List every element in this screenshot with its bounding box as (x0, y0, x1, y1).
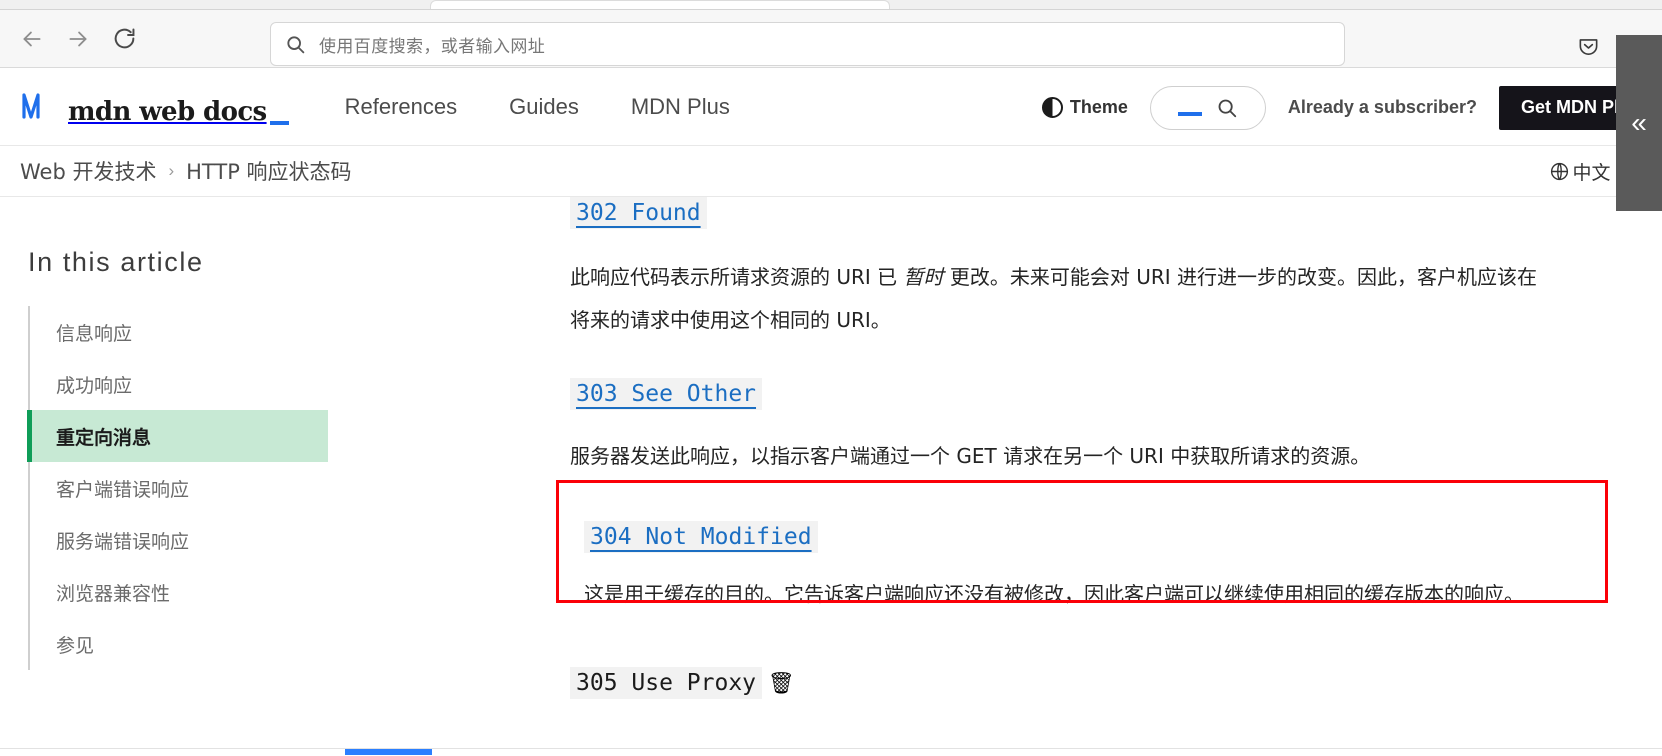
paragraph-302-prefix: 此响应代码表示所请求资源的 URI 已 (570, 265, 904, 289)
theme-label: Theme (1069, 97, 1128, 117)
article-body: 302 Found 此响应代码表示所请求资源的 URI 已 暂时 更改。未来可能… (556, 197, 1662, 699)
toc-list: 信息响应 成功响应 重定向消息 客户端错误响应 服务端错误响应 浏览器兼容性 参… (27, 306, 328, 670)
page-content: In this article 信息响应 成功响应 重定向消息 客户端错误响应 … (0, 197, 1662, 756)
highlight-box-304 (556, 480, 1608, 603)
breadcrumb-item-http-status[interactable]: HTTP 响应状态码 (186, 156, 351, 186)
reload-button[interactable] (102, 17, 146, 61)
breadcrumb: Web 开发技术 › HTTP 响应状态码 (20, 156, 352, 186)
paragraph-303: 服务器发送此响应，以指示客户端通过一个 GET 请求在另一个 URI 中获取所请… (570, 444, 1371, 468)
mdn-site-header: mdn web docs References Guides MDN Plus … (0, 69, 1662, 146)
toc-title: In this article (28, 247, 204, 277)
pocket-button[interactable] (1568, 29, 1608, 69)
address-bar-placeholder: 使用百度搜索，或者输入网址 (319, 36, 546, 57)
mdn-header-right: Theme Already a subscriber? Get MDN Plus (1041, 69, 1662, 146)
scrollbar-thumb[interactable] (345, 749, 432, 755)
breadcrumb-bar: Web 开发技术 › HTTP 响应状态码 中文 (简体 (0, 146, 1662, 197)
nav-mdn-plus[interactable]: MDN Plus (631, 94, 730, 120)
half-circle-theme-icon (1041, 97, 1063, 118)
back-button[interactable] (10, 17, 54, 61)
toc-item-client-error[interactable]: 客户端错误响应 (30, 462, 328, 514)
search-caret (1177, 111, 1202, 116)
trash-icon: 🗑 (768, 672, 795, 695)
mdn-logo-text: mdn web docs (68, 99, 289, 125)
chevron-double-left-icon: « (1631, 107, 1647, 138)
in-this-article-toc: In this article 信息响应 成功响应 重定向消息 客户端错误响应 … (27, 247, 328, 670)
paragraph-302: 此响应代码表示所请求资源的 URI 已 暂时 更改。未来可能会对 URI 进行进… (556, 256, 1556, 342)
breadcrumb-separator-icon: › (168, 161, 175, 180)
forward-button[interactable] (56, 17, 100, 61)
horizontal-scrollbar[interactable] (0, 748, 1662, 756)
search-icon (285, 34, 306, 55)
tab-strip (0, 0, 1662, 10)
heading-302-found[interactable]: 302 Found (570, 197, 707, 229)
site-search-input[interactable] (1149, 85, 1266, 130)
toc-item-see-also[interactable]: 参见 (30, 618, 328, 670)
toc-item-redirect[interactable]: 重定向消息 (27, 410, 328, 462)
mdn-m-logo-icon (20, 90, 60, 125)
theme-toggle-button[interactable]: Theme (1041, 97, 1128, 118)
mdn-primary-nav: References Guides MDN Plus (345, 94, 730, 120)
search-icon (1216, 97, 1238, 119)
nav-guides[interactable]: Guides (509, 94, 579, 120)
arrow-left-icon (19, 26, 45, 52)
address-bar[interactable]: 使用百度搜索，或者输入网址 (270, 22, 1345, 66)
toc-item-success[interactable]: 成功响应 (30, 358, 328, 410)
browser-toolbar: 使用百度搜索，或者输入网址 (0, 10, 1662, 68)
toc-item-browser-compat[interactable]: 浏览器兼容性 (30, 566, 328, 618)
mdn-logo[interactable]: mdn web docs (20, 90, 289, 125)
arrow-right-icon (65, 26, 91, 52)
pocket-icon (1577, 35, 1600, 63)
paragraph-302-emphasis: 暂时 (903, 265, 944, 289)
sidebar-collapse-panel[interactable]: « (1616, 35, 1662, 211)
heading-303-see-other[interactable]: 303 See Other (570, 378, 763, 410)
section-303: 303 See Other (556, 342, 1662, 410)
toc-item-server-error[interactable]: 服务端错误响应 (30, 514, 328, 566)
reload-icon (112, 26, 137, 51)
globe-icon (1549, 161, 1570, 182)
browser-tab[interactable] (430, 0, 890, 9)
nav-references[interactable]: References (345, 94, 458, 120)
heading-305-use-proxy: 305 Use Proxy (570, 667, 763, 699)
toc-item-informational[interactable]: 信息响应 (30, 306, 328, 358)
section-305: 305 Use Proxy 🗑 (556, 616, 1662, 699)
browser-window: 使用百度搜索，或者输入网址 mdn web docs References Gu… (0, 0, 1662, 756)
already-subscriber-link[interactable]: Already a subscriber? (1288, 97, 1477, 118)
section-302: 302 Found (556, 197, 1662, 229)
breadcrumb-item-web[interactable]: Web 开发技术 (20, 156, 156, 186)
